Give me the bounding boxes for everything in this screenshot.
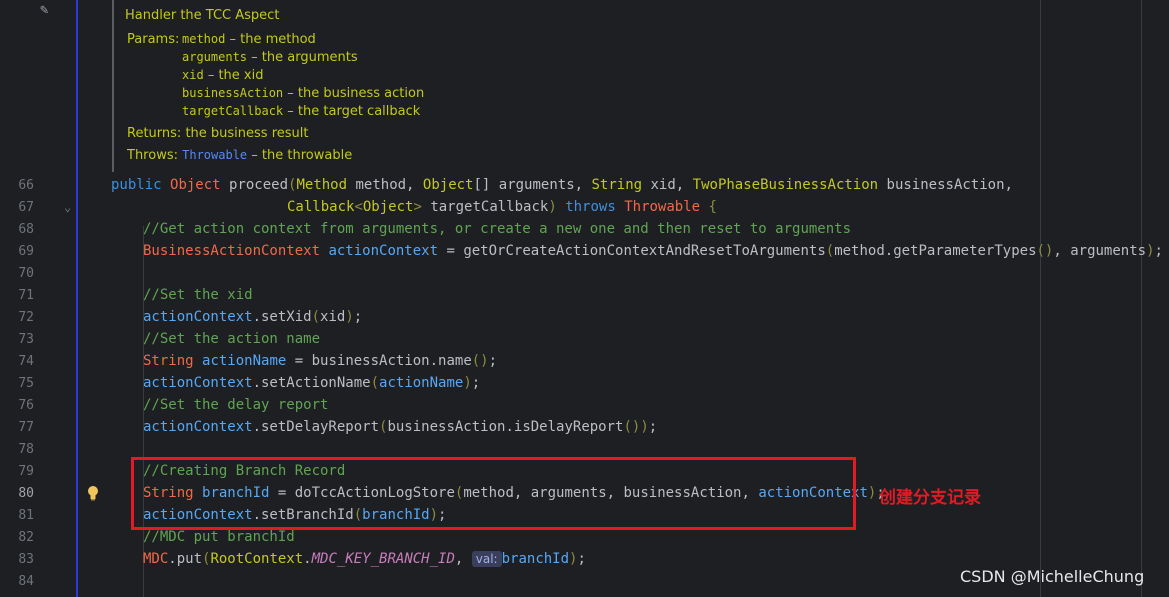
code-line-82[interactable]: //MDC put branchId — [143, 529, 295, 545]
line-number: 71 — [18, 288, 34, 303]
doc-param: method – the method — [182, 32, 316, 47]
right-margin-guide-2 — [1141, 0, 1142, 597]
line-number-current: 80 — [18, 486, 34, 501]
code-line-74[interactable]: String actionName = businessAction.name(… — [143, 353, 497, 369]
doc-returns: Returns: the business result — [127, 126, 309, 141]
doc-param: arguments – the arguments — [182, 50, 358, 65]
line-number: 69 — [18, 244, 34, 259]
line-number: 79 — [18, 464, 34, 479]
code-line-77[interactable]: actionContext.setDelayReport(businessAct… — [143, 419, 657, 435]
line-number: 72 — [18, 310, 34, 325]
line-number: 68 — [18, 222, 34, 237]
gutter-change-marker — [76, 0, 78, 597]
code-line-73[interactable]: //Set the action name — [143, 331, 320, 347]
line-number: 84 — [18, 574, 34, 589]
doc-param: xid – the xid — [182, 68, 264, 83]
code-line-69[interactable]: BusinessActionContext actionContext = ge… — [143, 243, 1163, 259]
inlay-hint: val: — [471, 551, 502, 567]
doc-params-label: Params: — [127, 32, 180, 47]
code-line-66[interactable]: public Object proceed(Method method, Obj… — [111, 177, 1013, 193]
watermark: CSDN @MichelleChung — [960, 567, 1145, 586]
throwable-link[interactable]: Throwable — [182, 148, 247, 162]
code-line-71[interactable]: //Set the xid — [143, 287, 253, 303]
line-number: 67 — [18, 200, 34, 215]
right-margin-guide — [1040, 0, 1041, 597]
line-number: 66 — [18, 178, 34, 193]
doc-param: targetCallback – the target callback — [182, 104, 421, 119]
annotation-label: 创建分支记录 — [879, 488, 981, 508]
doc-param: businessAction – the business action — [182, 86, 425, 101]
line-number: 73 — [18, 332, 34, 347]
line-number: 70 — [18, 266, 34, 281]
doc-heading: Handler the TCC Aspect — [125, 8, 280, 23]
code-line-67[interactable]: Callback<Object> targetCallback) throws … — [287, 199, 717, 215]
line-number: 75 — [18, 376, 34, 391]
code-line-76[interactable]: //Set the delay report — [143, 397, 328, 413]
code-line-75[interactable]: actionContext.setActionName(actionName); — [143, 375, 480, 391]
line-number: 78 — [18, 442, 34, 457]
line-number: 77 — [18, 420, 34, 435]
code-line-68[interactable]: //Get action context from arguments, or … — [143, 221, 851, 237]
code-line-72[interactable]: actionContext.setXid(xid); — [143, 309, 362, 325]
highlight-box — [131, 457, 856, 530]
line-number: 76 — [18, 398, 34, 413]
line-number: 83 — [18, 552, 34, 567]
line-number: 82 — [18, 530, 34, 545]
code-line-83[interactable]: MDC.put(RootContext.MDC_KEY_BRANCH_ID, v… — [143, 551, 586, 567]
lightbulb-icon[interactable] — [86, 485, 100, 501]
doc-throws: Throws: Throwable – the throwable — [127, 148, 353, 163]
javadoc-rendered-block: Handler the TCC Aspect Params: method – … — [112, 0, 554, 172]
line-number: 74 — [18, 354, 34, 369]
fold-chevron-icon[interactable]: ⌄ — [64, 200, 71, 214]
line-number: 81 — [18, 508, 34, 523]
edit-pencil-icon[interactable]: ✎ — [40, 2, 48, 18]
